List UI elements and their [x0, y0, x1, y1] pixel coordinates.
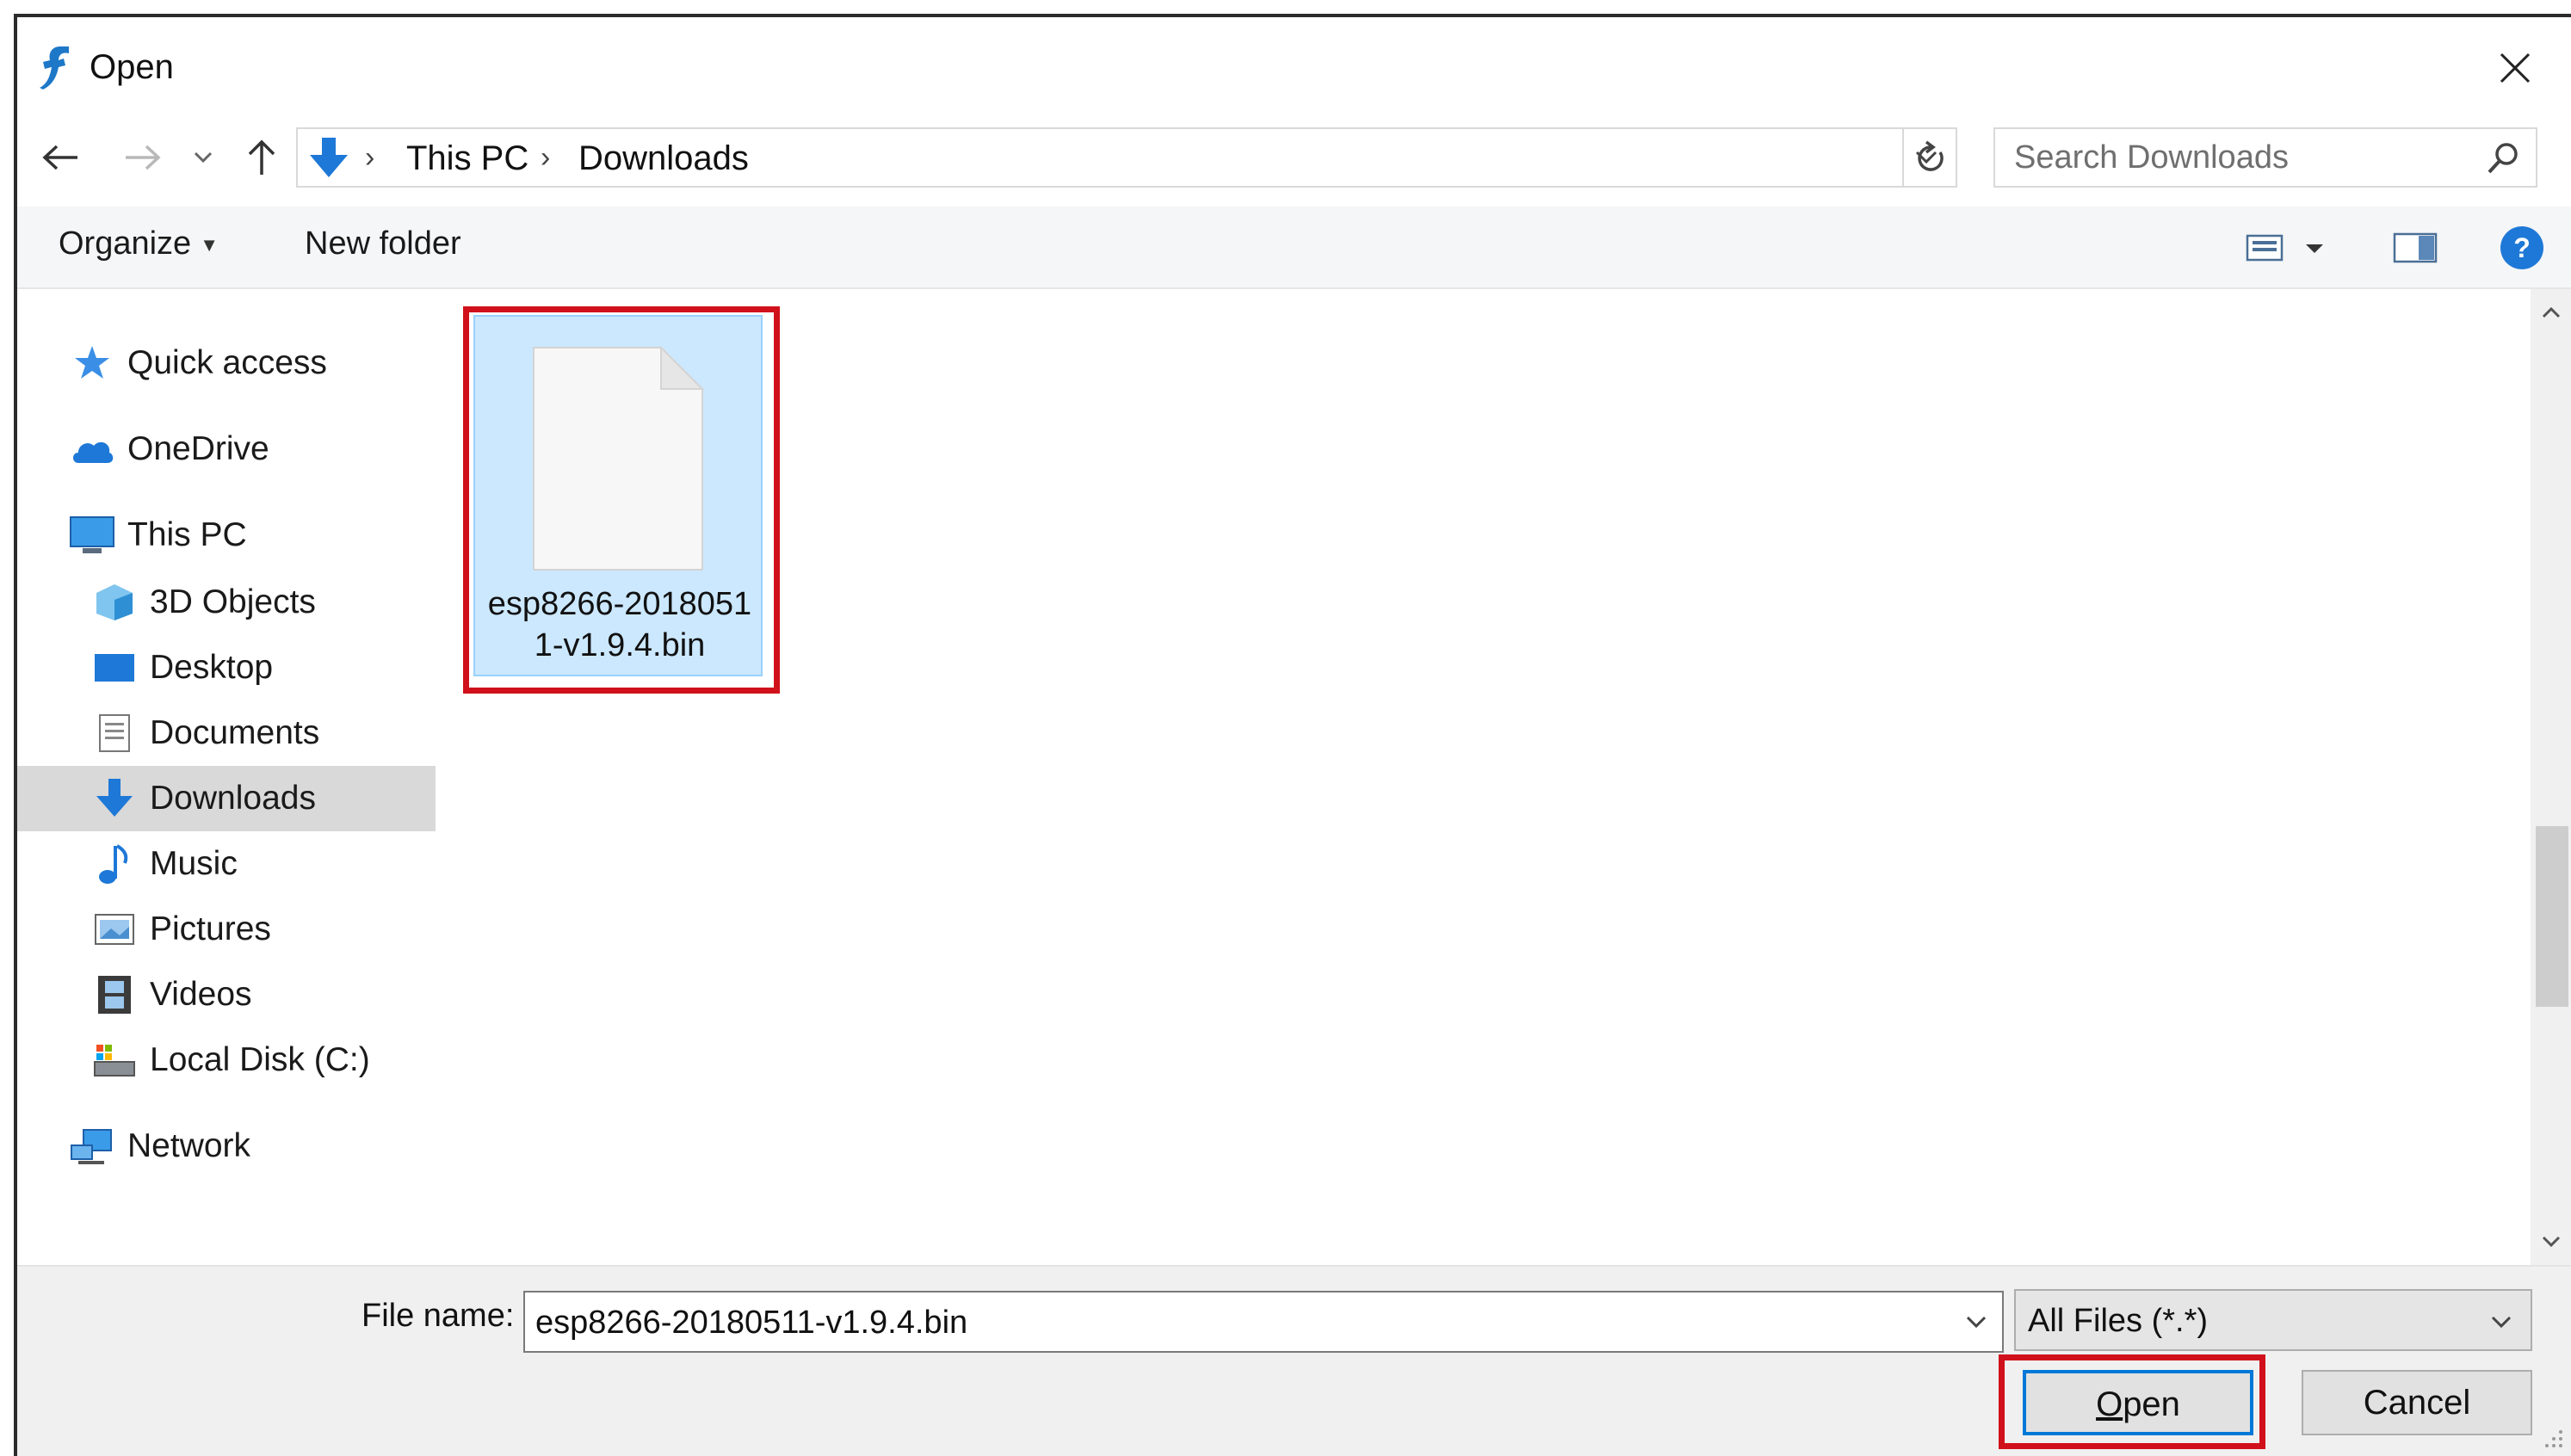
refresh-icon: [1918, 140, 1944, 171]
file-list: esp8266-20180511-v1.9.4.bin: [436, 289, 2531, 1265]
search-icon: [2488, 143, 2518, 174]
cancel-button[interactable]: Cancel: [2302, 1370, 2532, 1435]
download-icon: [310, 138, 348, 177]
up-button[interactable]: [238, 127, 286, 188]
file-type-value: All Files (*.*): [2028, 1303, 2209, 1339]
pictures-icon: [91, 906, 138, 953]
nav-item-label: Local Disk (C:): [150, 1041, 370, 1078]
nav-item-label: OneDrive: [127, 430, 269, 467]
file-name-label: esp8266-20180511-v1.9.4.bin: [487, 586, 752, 663]
chevron-down-icon: [2542, 1236, 2560, 1248]
svg-text:?: ?: [2513, 232, 2531, 263]
nav-item-documents[interactable]: Documents: [91, 700, 430, 766]
nav-item-label: This PC: [127, 516, 247, 553]
organize-menu[interactable]: Organize ▼: [59, 225, 219, 262]
new-folder-button[interactable]: New folder: [305, 225, 461, 262]
nav-item-downloads[interactable]: Downloads: [17, 766, 436, 831]
nav-item-local-disk[interactable]: Local Disk (C:): [91, 1027, 430, 1093]
nav-item-onedrive[interactable]: OneDrive: [69, 416, 430, 482]
command-bar: Organize ▼ New folder ?: [17, 207, 2571, 289]
nav-item-label: Desktop: [150, 649, 274, 686]
nav-item-network[interactable]: Network: [69, 1114, 430, 1179]
videos-icon: [91, 972, 138, 1018]
nav-item-label: Network: [127, 1127, 251, 1164]
nav-item-this-pc[interactable]: This PC: [69, 503, 430, 568]
chevron-up-icon: [2542, 306, 2560, 318]
back-button[interactable]: [36, 127, 84, 188]
file-name-dropdown[interactable]: [1957, 1303, 1995, 1341]
search-input[interactable]: [2014, 136, 2462, 179]
chevron-down-icon: [2482, 1303, 2520, 1341]
nav-item-videos[interactable]: Videos: [91, 962, 430, 1027]
preview-pane-icon: [2393, 232, 2438, 263]
file-name-combobox[interactable]: [523, 1291, 2004, 1353]
forward-button[interactable]: [119, 127, 167, 188]
search-box[interactable]: [1993, 127, 2537, 188]
vertical-scrollbar[interactable]: [2531, 289, 2571, 1265]
file-icon: [533, 346, 704, 571]
nav-item-quick-access[interactable]: Quick access: [69, 330, 430, 396]
cloud-icon: [69, 426, 115, 472]
music-icon: [91, 841, 138, 887]
file-name-field-label: File name:: [362, 1298, 515, 1334]
chevron-down-icon: [194, 151, 213, 163]
preview-pane-button[interactable]: [2389, 224, 2441, 272]
close-button[interactable]: [2485, 38, 2545, 98]
resize-grip-icon[interactable]: [2538, 1423, 2564, 1449]
file-name-input[interactable]: [535, 1301, 1913, 1344]
navigation-pane: Quick access OneDrive This PC 3D Objects…: [17, 289, 436, 1265]
open-button[interactable]: Open: [2023, 1370, 2253, 1435]
file-type-select[interactable]: All Files (*.*): [2014, 1289, 2532, 1351]
nav-item-label: Documents: [150, 714, 320, 751]
close-icon: [2500, 52, 2531, 83]
forward-arrow-icon: [126, 145, 161, 170]
nav-item-music[interactable]: Music: [91, 831, 430, 897]
computer-icon: [69, 512, 115, 558]
breadcrumb-separator-icon: ›: [541, 141, 551, 174]
chevron-down-icon: [1966, 1316, 1987, 1328]
title-bar: Open: [17, 17, 2571, 120]
nav-item-pictures[interactable]: Pictures: [91, 897, 430, 962]
nav-item-label: Videos: [150, 976, 252, 1013]
back-arrow-icon: [42, 145, 77, 170]
window-title: Open: [90, 48, 174, 86]
breadcrumb-downloads[interactable]: Downloads: [578, 139, 749, 178]
breadcrumb-this-pc[interactable]: This PC: [406, 139, 528, 178]
download-icon: [91, 775, 138, 822]
nav-item-label: Quick access: [127, 344, 327, 381]
network-icon: [69, 1123, 115, 1169]
refresh-button[interactable]: [1902, 129, 1957, 186]
dropdown-arrow-icon: ▼: [200, 233, 219, 256]
help-icon: ?: [2500, 226, 2543, 269]
scroll-thumb[interactable]: [2536, 826, 2568, 1007]
breadcrumb-separator-icon: ›: [365, 141, 375, 174]
organize-label: Organize: [59, 225, 192, 262]
app-icon: [40, 46, 69, 89]
nav-item-desktop[interactable]: Desktop: [91, 635, 430, 700]
documents-icon: [91, 710, 138, 756]
nav-item-label: 3D Objects: [150, 583, 316, 620]
cube-icon: [91, 579, 138, 626]
scroll-down-button[interactable]: [2531, 1222, 2571, 1262]
address-bar[interactable]: › This PC › Downloads: [296, 127, 1957, 188]
view-options-icon: [2246, 234, 2323, 262]
disk-icon: [91, 1037, 138, 1083]
star-icon: [69, 340, 115, 386]
nav-item-3d-objects[interactable]: 3D Objects: [91, 570, 430, 635]
help-button[interactable]: ?: [2496, 224, 2548, 272]
footer-area: File name: All Files (*.*) Open Cancel: [17, 1265, 2571, 1456]
scroll-up-button[interactable]: [2531, 293, 2571, 332]
nav-item-label: Downloads: [150, 780, 316, 817]
up-arrow-icon: [248, 139, 275, 175]
nav-item-label: Music: [150, 845, 238, 882]
recent-locations-button[interactable]: [184, 127, 222, 188]
nav-item-label: Pictures: [150, 910, 271, 947]
file-item[interactable]: esp8266-20180511-v1.9.4.bin: [473, 315, 763, 676]
change-view-button[interactable]: [2241, 224, 2336, 272]
desktop-icon: [91, 645, 138, 691]
